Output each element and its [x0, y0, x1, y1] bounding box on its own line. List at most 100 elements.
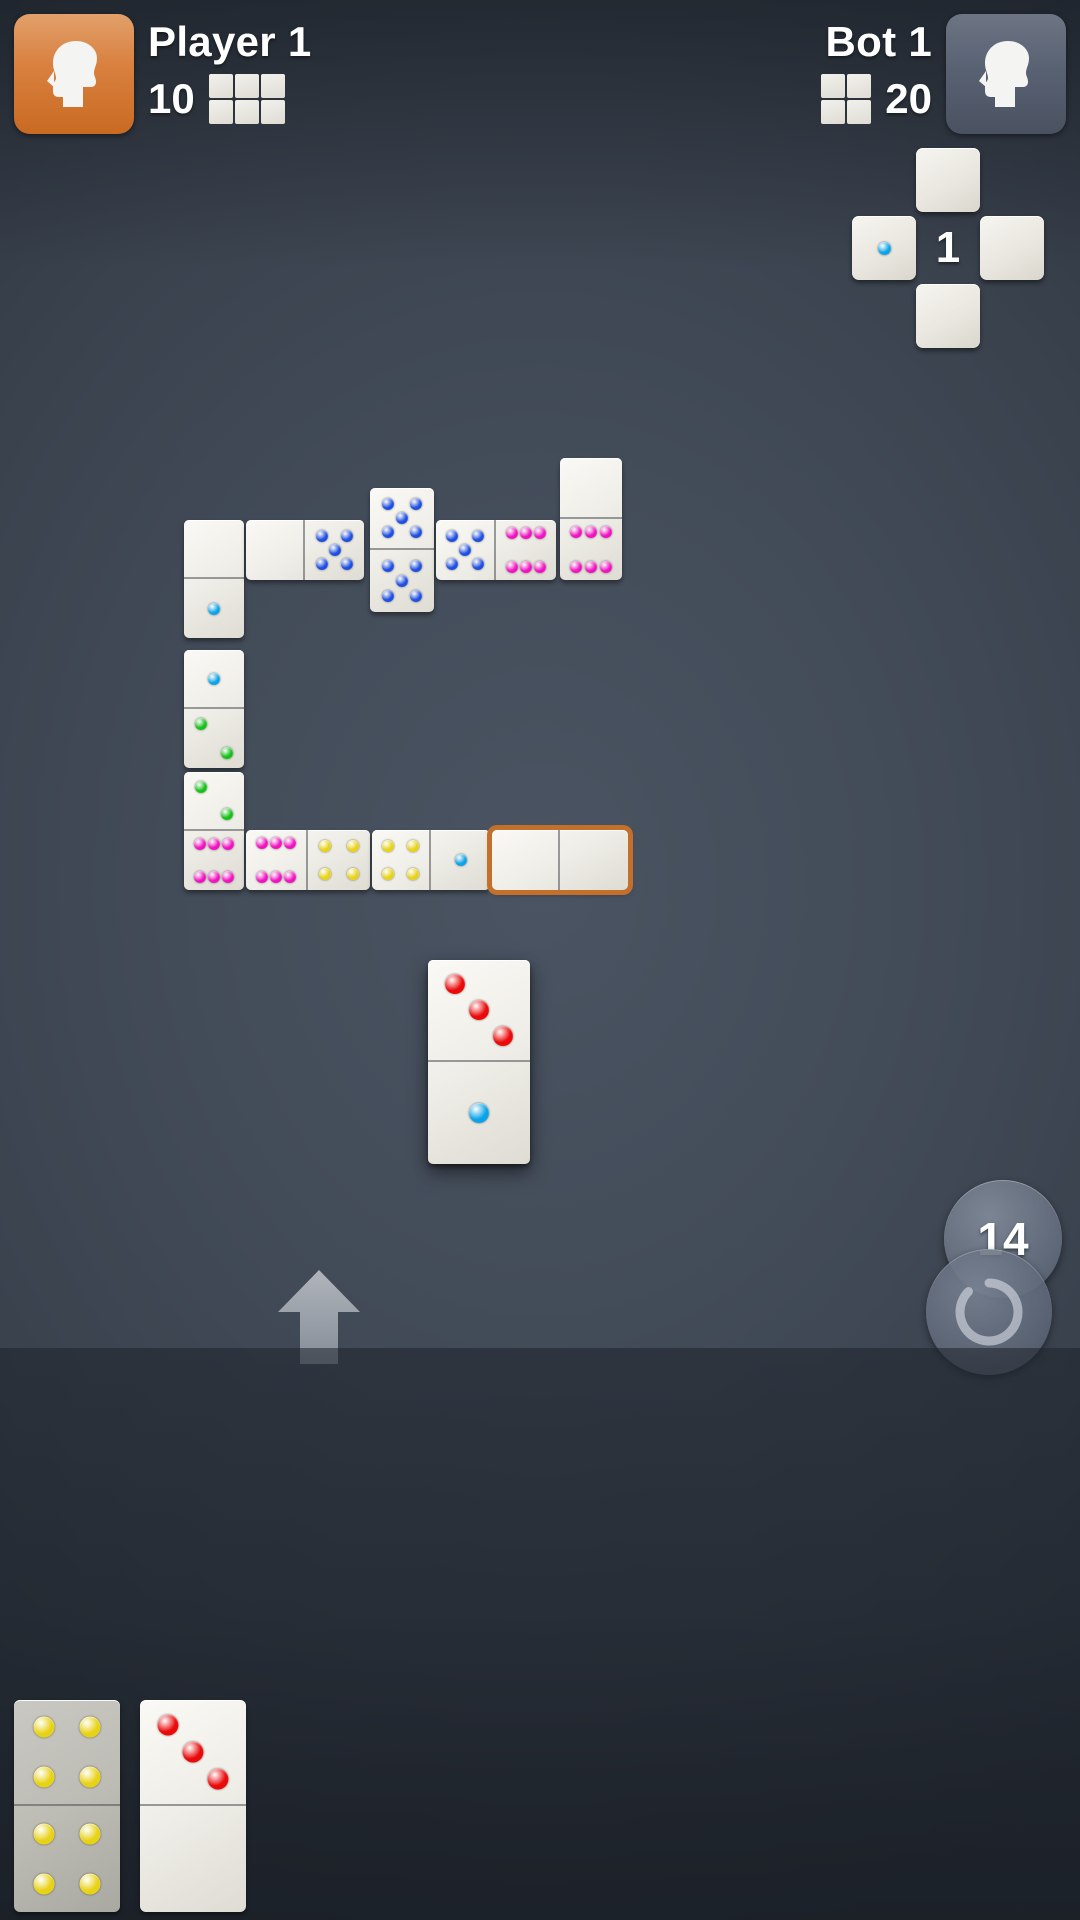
domino-half	[184, 709, 244, 768]
pip	[471, 558, 484, 571]
pip	[208, 672, 220, 685]
domino-tile[interactable]	[436, 520, 556, 580]
pip	[222, 871, 235, 884]
pip	[315, 529, 328, 542]
domino-half	[246, 520, 305, 580]
pip	[396, 512, 408, 524]
domino-half	[428, 1062, 530, 1164]
pip	[222, 837, 235, 850]
domino-half	[184, 831, 244, 890]
pip	[570, 526, 583, 539]
pip	[208, 871, 220, 884]
pip	[255, 837, 268, 850]
pip	[407, 839, 420, 852]
pip	[381, 839, 394, 852]
pip	[193, 871, 206, 884]
hand-tray[interactable]	[0, 1348, 1080, 1920]
domino-half	[496, 520, 556, 580]
pip	[410, 526, 423, 539]
domino-tile[interactable]	[246, 830, 370, 890]
domino-half	[308, 830, 370, 890]
domino-half	[428, 960, 530, 1062]
boneyard-cluster[interactable]: 1	[852, 148, 1072, 353]
pip	[381, 589, 394, 602]
domino-tile[interactable]	[184, 772, 244, 890]
domino-half	[140, 1700, 246, 1806]
pip	[446, 529, 459, 542]
pip	[381, 560, 394, 573]
hud-bar: Player 1 10 Bot 1 20	[0, 0, 1080, 150]
pip	[520, 560, 532, 573]
hand-domino-tile[interactable]	[14, 1700, 120, 1912]
pip	[315, 558, 328, 571]
pip	[599, 560, 612, 573]
domino-half	[431, 830, 490, 890]
pip	[505, 560, 518, 573]
tile-grid-icon	[208, 74, 285, 124]
boneyard-tile-bottom[interactable]	[916, 284, 980, 348]
domino-tile[interactable]	[184, 650, 244, 768]
domino-half	[560, 519, 622, 580]
pip	[79, 1716, 101, 1738]
head-icon	[979, 41, 1029, 107]
domino-half	[560, 830, 628, 890]
pip	[182, 1741, 204, 1763]
domino-tile[interactable]	[246, 520, 364, 580]
pip	[157, 1714, 179, 1736]
pip	[341, 558, 354, 571]
pip	[444, 974, 465, 994]
pip	[471, 529, 484, 542]
pip	[493, 1026, 514, 1046]
bot-score-row: 20	[821, 74, 932, 124]
domino-half	[560, 458, 622, 519]
pip	[194, 718, 207, 731]
pip	[208, 602, 220, 615]
pip	[407, 868, 420, 881]
player-avatar[interactable]	[14, 14, 134, 134]
pip	[469, 1000, 489, 1020]
pip	[319, 868, 332, 881]
boneyard-tile-top[interactable]	[916, 148, 980, 212]
pip	[346, 868, 359, 881]
bot-avatar[interactable]	[946, 14, 1066, 134]
pip	[469, 1103, 489, 1123]
player-score-row: 10	[148, 74, 285, 124]
bot-score: 20	[885, 75, 932, 122]
pip	[505, 527, 518, 540]
pip	[284, 870, 297, 883]
boneyard-tile-left[interactable]	[852, 216, 916, 280]
domino-tile[interactable]	[184, 520, 244, 638]
loading-spinner-icon	[955, 1278, 1023, 1346]
domino-tile[interactable]	[492, 830, 628, 890]
domino-half	[184, 520, 244, 579]
pip	[341, 529, 354, 542]
domino-half	[305, 520, 364, 580]
pip	[534, 560, 547, 573]
pip	[381, 526, 394, 539]
pip	[534, 527, 547, 540]
dragged-domino-tile[interactable]	[428, 960, 530, 1164]
hand-domino-tile[interactable]	[140, 1700, 246, 1912]
bot-name: Bot 1	[825, 18, 932, 65]
pip	[585, 526, 597, 539]
pip	[585, 560, 597, 573]
pip	[877, 241, 891, 255]
domino-tile[interactable]	[560, 458, 622, 580]
domino-half	[370, 488, 434, 550]
pip	[284, 837, 297, 850]
domino-half	[246, 830, 308, 890]
domino-half	[140, 1806, 246, 1912]
pip	[221, 808, 234, 821]
pip	[381, 868, 394, 881]
pip	[381, 497, 394, 510]
pip	[207, 1768, 229, 1790]
domino-half	[14, 1700, 120, 1806]
domino-tile[interactable]	[370, 488, 434, 612]
domino-half	[370, 550, 434, 612]
domino-half	[492, 830, 560, 890]
pip	[79, 1873, 101, 1895]
boneyard-tile-right[interactable]	[980, 216, 1044, 280]
domino-tile[interactable]	[372, 830, 490, 890]
pip	[270, 870, 282, 883]
pip	[193, 837, 206, 850]
